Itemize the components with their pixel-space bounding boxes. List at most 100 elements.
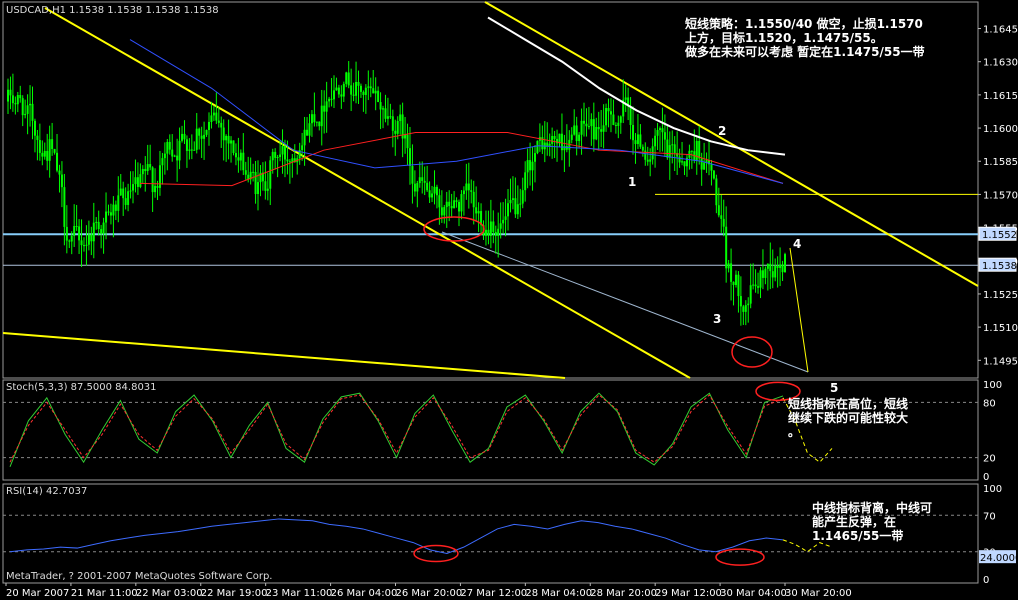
candle-body: [56, 152, 59, 171]
candle-body: [335, 87, 338, 91]
candle-body: [597, 126, 600, 130]
candle-body: [435, 186, 438, 196]
price-tick-label: 1.1570: [983, 190, 1018, 201]
trendline-lower: [2, 332, 566, 379]
candle-body: [328, 98, 331, 102]
price-circle-1: [731, 336, 773, 368]
candle-body: [465, 183, 468, 191]
candle-body: [472, 191, 475, 208]
candle-body: [362, 91, 365, 95]
candle-body: [345, 72, 348, 84]
candle-body: [717, 205, 720, 216]
candle-body: [769, 263, 772, 272]
candle-body: [352, 94, 355, 96]
candle-body: [78, 226, 81, 241]
candle-body: [715, 178, 718, 206]
candle-body: [149, 164, 152, 168]
time-tick-label: 26 Mar 04:00: [331, 588, 398, 599]
candle-body: [342, 83, 345, 97]
candle-body: [68, 240, 71, 242]
candle-body: [190, 149, 193, 151]
candle-body: [207, 121, 210, 130]
candle-body: [315, 121, 318, 123]
candle-body: [51, 139, 54, 149]
candle-body: [712, 170, 715, 179]
candle-body: [340, 94, 343, 97]
candle-body: [156, 185, 159, 188]
candle-body: [364, 87, 367, 95]
price-circle-0: [423, 216, 485, 242]
candle-body: [639, 134, 642, 147]
candle-body: [600, 129, 603, 132]
trendline-divergence: [441, 231, 809, 373]
rsi-circle-0: [413, 544, 459, 563]
candle-body: [281, 146, 284, 155]
stoch-header: Stoch(5,3,3) 87.5000 84.8031: [6, 382, 157, 393]
candle-body: [477, 211, 480, 214]
time-tick-label: 27 Mar 12:00: [460, 588, 527, 599]
stoch-main-line: [9, 392, 784, 467]
wave-label-3: 3: [713, 312, 721, 326]
rsi-tick-label: 70: [983, 511, 996, 522]
candle-body: [117, 195, 120, 211]
candle-body: [303, 129, 306, 146]
candle-body: [668, 145, 671, 158]
time-tick-label: 23 Mar 11:00: [266, 588, 333, 599]
candle-body: [703, 162, 706, 170]
candle-body: [426, 182, 429, 191]
candle-body: [367, 86, 370, 88]
stoch-signal-line: [9, 394, 784, 463]
candle-body: [325, 101, 328, 112]
candle-body: [416, 183, 419, 192]
candle-body: [590, 119, 593, 127]
candle-body: [7, 89, 9, 102]
candle-body: [97, 221, 100, 230]
candle-body: [176, 155, 179, 161]
candle-body: [127, 191, 130, 205]
candle-body: [536, 140, 539, 154]
candle-body: [671, 144, 674, 146]
candle-body: [636, 134, 639, 145]
candle-body: [690, 150, 693, 152]
candle-body: [663, 132, 666, 140]
candle-body: [492, 221, 495, 232]
candle-body: [347, 72, 350, 86]
wave-label-2: 2: [718, 124, 726, 138]
candle-body: [70, 235, 73, 242]
candle-body: [355, 81, 358, 96]
candle-body: [220, 122, 223, 128]
candle-body: [406, 134, 409, 149]
candle-body: [283, 146, 286, 160]
candle-body: [641, 146, 644, 151]
candle-body: [578, 134, 581, 142]
candle-body: [514, 198, 517, 215]
candle-body: [26, 105, 29, 114]
candle-body: [193, 149, 196, 151]
candle-body: [732, 281, 735, 285]
candle-body: [619, 116, 622, 123]
candle-body: [171, 149, 174, 157]
candle-body: [24, 113, 27, 116]
price-tick-label: 1.1645: [983, 25, 1018, 36]
candle-body: [36, 135, 39, 141]
candle-body: [462, 190, 465, 195]
candle-body: [266, 188, 269, 191]
candle-body: [112, 204, 115, 216]
current-price-tag: 1.1538: [982, 261, 1017, 272]
candle-body: [752, 284, 755, 286]
candle-body: [53, 148, 56, 153]
candle-body: [502, 219, 505, 224]
candle-body: [563, 145, 566, 151]
candle-body: [580, 120, 583, 135]
stoch-tick-label: 20: [983, 454, 996, 465]
candle-body: [31, 103, 34, 121]
candle-body: [323, 105, 326, 112]
candle-body: [264, 181, 267, 191]
candle-body: [183, 133, 186, 140]
candle-body: [720, 215, 723, 219]
candle-body: [239, 152, 242, 161]
candle-body: [413, 183, 416, 192]
price-tick-label: 1.1615: [983, 91, 1018, 102]
candle-body: [139, 174, 142, 187]
candle-body: [60, 174, 63, 188]
